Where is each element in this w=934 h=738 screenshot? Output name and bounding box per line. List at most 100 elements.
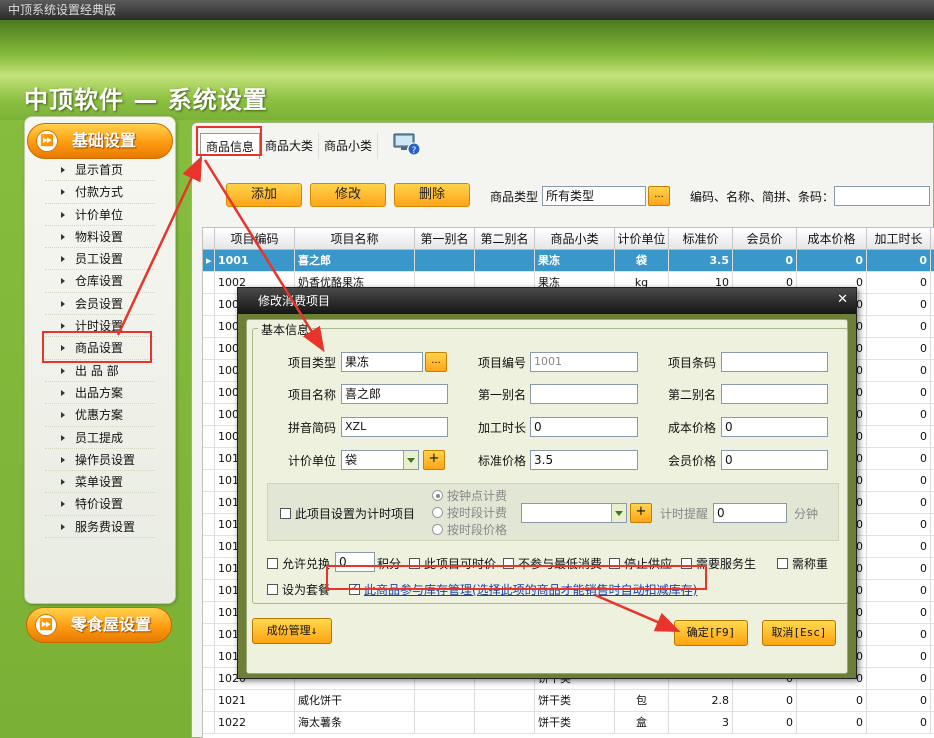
barcode-input[interactable] xyxy=(721,352,828,372)
column-header[interactable]: 第一别名 xyxy=(415,228,475,250)
product-type-input[interactable]: 所有类型 xyxy=(542,186,646,206)
sidebar-item[interactable]: 出 品 部 xyxy=(45,360,155,382)
radio-label: 按时段计费 xyxy=(447,506,508,520)
column-header[interactable]: 项目编码 xyxy=(215,228,295,250)
column-header[interactable]: 项目名称 xyxy=(295,228,415,250)
project-type-picker-button[interactable]: ... xyxy=(425,352,447,372)
column-header[interactable]: 计价单位 xyxy=(615,228,669,250)
table-cell: 0 xyxy=(867,470,931,492)
sidebar-item[interactable]: 会员设置 xyxy=(45,293,155,316)
column-header[interactable]: 标准价 xyxy=(669,228,733,250)
sidebar-item[interactable]: 操作员设置 xyxy=(45,449,155,472)
timing-rule-select[interactable] xyxy=(521,503,627,523)
table-cell: 0 xyxy=(733,712,797,734)
search-label: 编码、名称、简拼、条码： xyxy=(690,190,835,204)
table-cell: 0 xyxy=(867,558,931,580)
sidebar-item[interactable]: 菜单设置 xyxy=(45,471,155,494)
sidebar-section-basic[interactable]: ⏩ 基础设置 xyxy=(27,123,173,159)
alias1-input[interactable] xyxy=(530,384,638,404)
chevron-down-icon[interactable] xyxy=(403,451,418,469)
timing-remind-input[interactable]: 0 xyxy=(713,503,787,523)
pinyin-input[interactable]: XZL xyxy=(341,417,448,437)
stop-supply-checkbox[interactable]: 停止供应 xyxy=(609,555,672,572)
table-cell: 0 xyxy=(867,624,931,646)
std-price-input[interactable]: 3.5 xyxy=(530,450,638,470)
table-row[interactable]: 1021 威化饼干 饼干类包 2.8 0 0 0 xyxy=(203,690,934,712)
set-meal-checkbox[interactable]: 设为套餐 xyxy=(267,581,330,598)
delete-button[interactable]: 删除 xyxy=(394,183,470,207)
radio-by-hour[interactable]: 按钟点计费 xyxy=(432,487,507,504)
table-cell: 0 xyxy=(867,294,931,316)
column-header[interactable]: 成本价格 xyxy=(797,228,867,250)
sidebar-item[interactable]: 计价单位 xyxy=(45,204,155,226)
table-row[interactable]: 1022 海太薯条 饼干类盒 3 0 0 0 xyxy=(203,712,934,734)
radio-by-period-price[interactable]: 按时段价格 xyxy=(432,521,507,538)
timed-price-checkbox[interactable]: 此项目可时价 xyxy=(409,555,496,572)
sidebar-item[interactable]: 商品设置 xyxy=(45,337,155,360)
sidebar-item[interactable]: 显示首页 xyxy=(45,159,155,182)
need-weigh-checkbox[interactable]: 需称重 xyxy=(777,555,828,572)
monitor-help-icon[interactable]: ? xyxy=(393,132,421,156)
sidebar-item[interactable]: 员工设置 xyxy=(45,248,155,271)
sidebar-item[interactable]: 服务费设置 xyxy=(45,516,155,539)
table-cell xyxy=(475,250,535,272)
cost-input[interactable]: 0 xyxy=(721,417,828,437)
sidebar-item[interactable]: 员工提成 xyxy=(45,427,155,449)
row-indicator xyxy=(203,668,215,690)
tab-product-category[interactable]: 商品大类 xyxy=(260,133,320,159)
project-code-input[interactable]: 1001 xyxy=(530,352,638,372)
column-header[interactable]: 第二别名 xyxy=(475,228,535,250)
radio-by-period[interactable]: 按时段计费 xyxy=(432,504,507,521)
tab-product-info[interactable]: 商品信息 xyxy=(200,133,261,159)
sidebar-item[interactable]: 出品方案 xyxy=(45,382,155,405)
close-icon[interactable]: ✕ xyxy=(837,292,848,307)
inventory-checkbox[interactable]: 此商品参与库存管理(选择此项的商品才能销售时自动扣减库存) xyxy=(349,581,697,598)
ok-button[interactable]: 确定[F9] xyxy=(674,620,748,646)
allow-exchange-checkbox[interactable]: 允许兑换 xyxy=(267,555,330,572)
row-indicator xyxy=(203,470,215,492)
timing-checkbox[interactable]: 此项目设置为计时项目 xyxy=(280,505,415,522)
exchange-points-input[interactable]: 0 xyxy=(335,552,375,572)
sidebar-item[interactable]: 付款方式 xyxy=(45,181,155,204)
table-cell xyxy=(415,690,475,712)
proc-time-input[interactable]: 0 xyxy=(530,417,638,437)
tab-product-subcategory[interactable]: 商品小类 xyxy=(319,133,379,159)
column-header[interactable]: 加工时长 xyxy=(867,228,931,250)
chevron-down-icon[interactable] xyxy=(611,504,626,522)
row-indicator xyxy=(203,690,215,712)
proc-time-label: 加工时长 xyxy=(478,421,527,435)
window-title: 中顶系统设置经典版 xyxy=(0,0,934,20)
table-cell xyxy=(415,250,475,272)
need-waiter-checkbox[interactable]: 需要服务生 xyxy=(681,555,756,572)
table-row[interactable]: ▸ 1001 喜之郎 果冻袋 3.5 0 0 0 xyxy=(203,250,934,272)
item-name-input[interactable]: 喜之郎 xyxy=(341,384,448,404)
sidebar-item[interactable]: 优惠方案 xyxy=(45,404,155,427)
add-unit-button[interactable]: + xyxy=(423,450,445,470)
current-row-marker: ▸ xyxy=(203,250,215,272)
sidebar-item[interactable]: 物料设置 xyxy=(45,226,155,249)
table-cell: 0 xyxy=(867,668,931,690)
alias2-input[interactable] xyxy=(721,384,828,404)
product-type-picker-button[interactable]: ... xyxy=(648,186,670,206)
add-button[interactable]: 添加 xyxy=(226,183,302,207)
sidebar-item[interactable]: 特价设置 xyxy=(45,493,155,516)
column-header[interactable]: 会员价 xyxy=(733,228,797,250)
component-manage-button[interactable]: 成份管理↓ xyxy=(252,618,332,644)
add-timing-rule-button[interactable]: + xyxy=(630,503,652,523)
sidebar-section-snack[interactable]: ⏩ 零食屋设置 xyxy=(26,607,172,643)
radio-label: 按时段价格 xyxy=(447,523,508,537)
cancel-button[interactable]: 取消[Esc] xyxy=(762,620,836,646)
search-input[interactable] xyxy=(834,186,930,206)
edit-button[interactable]: 修改 xyxy=(310,183,386,207)
grid-header: 项目编码 项目名称 第一别名 第二别名 商品小类 计价单位 标准价 会员价 成本价格 加工时长 xyxy=(203,228,934,250)
no-min-spend-checkbox[interactable]: 不参与最低消费 xyxy=(503,555,602,572)
checkbox-icon xyxy=(267,584,278,595)
project-type-input[interactable]: 果冻 xyxy=(341,352,423,372)
row-indicator xyxy=(203,536,215,558)
member-price-input[interactable]: 0 xyxy=(721,450,828,470)
sidebar-item[interactable]: 计时设置 xyxy=(45,315,155,338)
unit-select[interactable]: 袋 xyxy=(341,450,419,470)
sidebar-item[interactable]: 仓库设置 xyxy=(45,270,155,293)
table-cell: 0 xyxy=(867,492,931,514)
column-header[interactable]: 商品小类 xyxy=(535,228,615,250)
